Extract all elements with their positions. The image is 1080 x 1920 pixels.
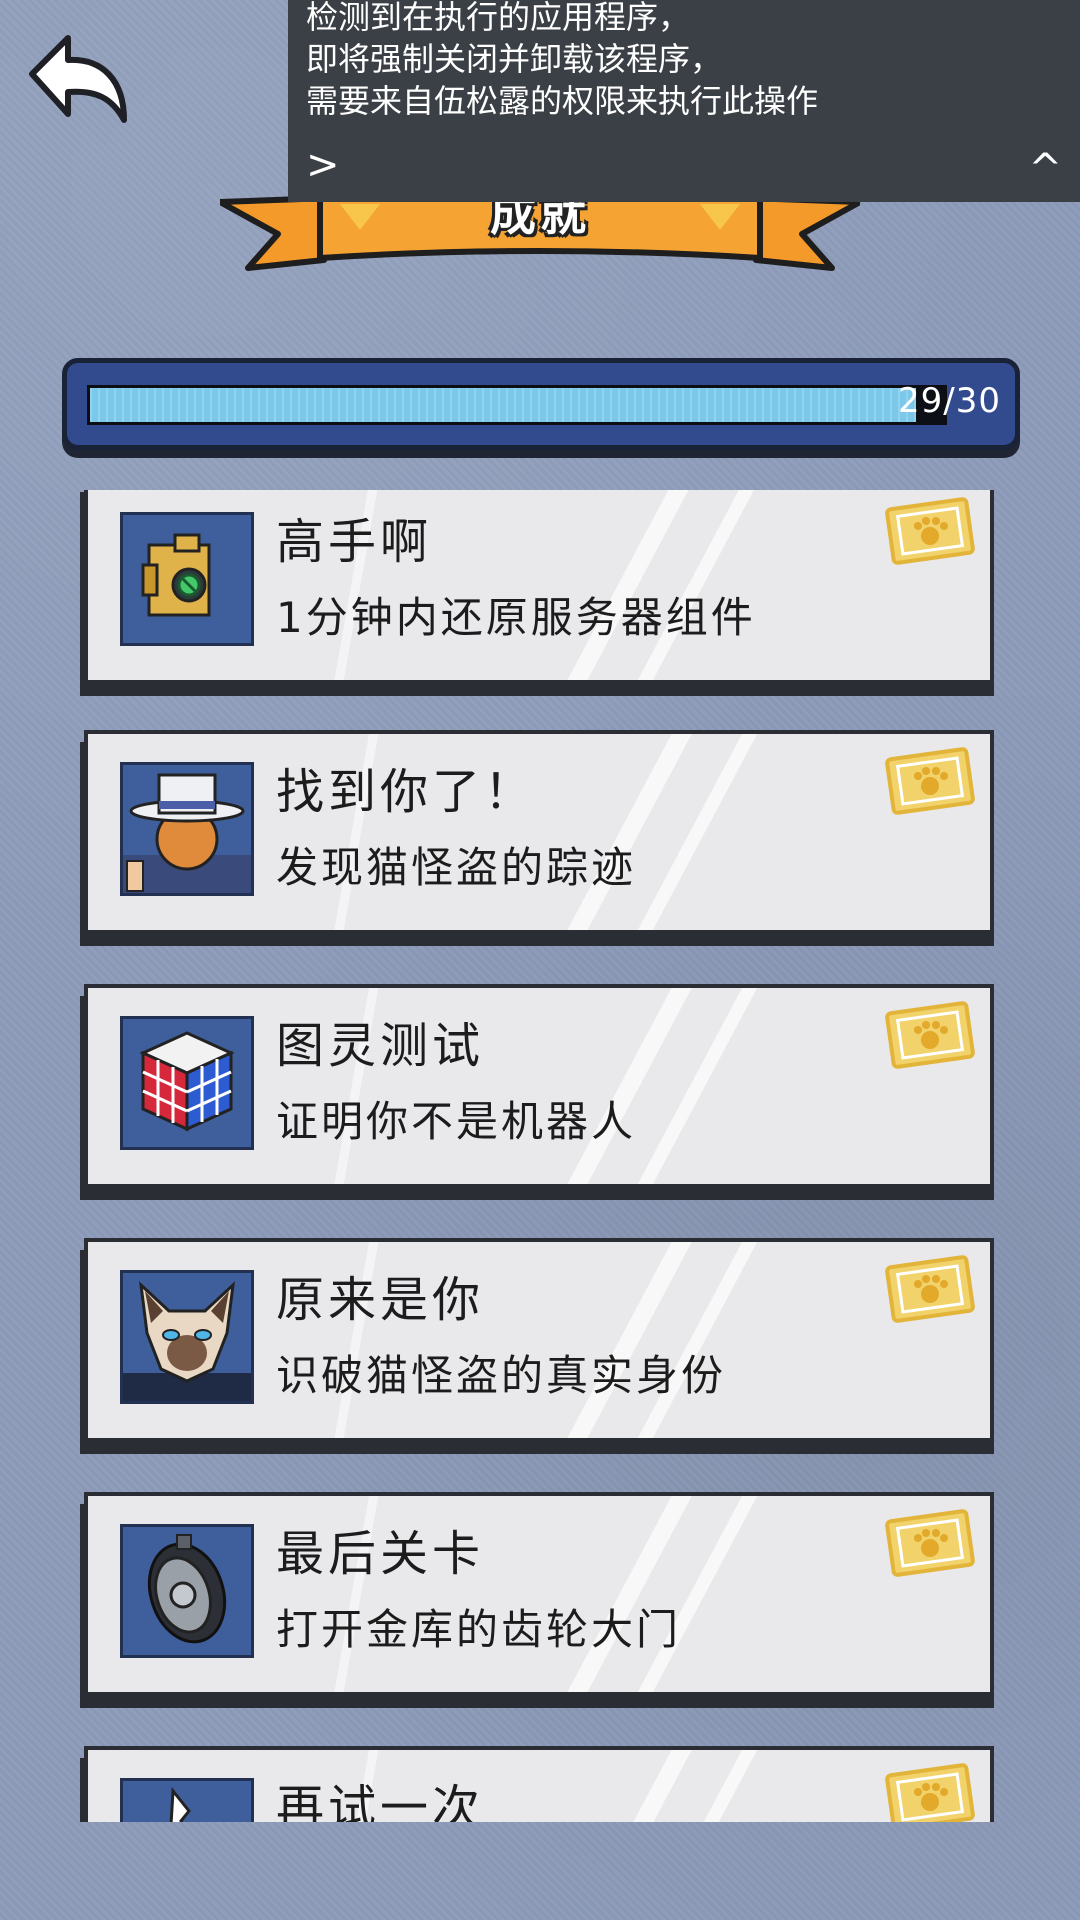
achievement-title: 图灵测试	[276, 1018, 485, 1074]
server-component-icon	[120, 512, 254, 646]
achievement-title: 再试一次	[276, 1780, 485, 1822]
rubiks-cube-icon	[120, 1016, 254, 1150]
siamese-cat-icon	[120, 1270, 254, 1404]
achievement-desc: 打开金库的齿轮大门	[276, 1605, 682, 1654]
achievement-card[interactable]: 原来是你 识破猫怪盗的真实身份	[84, 1238, 994, 1442]
achievement-desc: 1分钟内还原服务器组件	[276, 593, 756, 642]
paw-badge-icon	[885, 497, 975, 565]
paw-badge-icon	[885, 1763, 975, 1822]
phantom-thief-hat-icon	[120, 762, 254, 896]
back-arrow-icon	[29, 35, 127, 123]
notice-expand-button[interactable]: >	[306, 142, 340, 188]
achievement-title: 高手啊	[276, 514, 433, 570]
achievement-card[interactable]: 高手啊 1分钟内还原服务器组件	[84, 490, 994, 684]
notice-line: 需要来自伍松露的权限来执行此操作	[306, 82, 819, 120]
notice-collapse-button[interactable]: ^	[1028, 146, 1062, 192]
achievement-card[interactable]: 最后关卡 打开金库的齿轮大门	[84, 1492, 994, 1696]
paw-badge-icon	[885, 1001, 975, 1069]
achievement-title: 原来是你	[276, 1272, 485, 1328]
retry-icon	[120, 1778, 254, 1822]
progress-track	[87, 385, 947, 425]
system-notice: 检测到在执行的应用程序， 即将强制关闭并卸载该程序， 需要来自伍松露的权限来执行…	[288, 0, 1080, 202]
achievement-title: 最后关卡	[276, 1526, 485, 1582]
achievement-desc: 证明你不是机器人	[276, 1097, 637, 1146]
achievement-card[interactable]: 图灵测试 证明你不是机器人	[84, 984, 994, 1188]
paw-badge-icon	[885, 747, 975, 815]
paw-badge-icon	[885, 1509, 975, 1577]
paw-badge-icon	[885, 1255, 975, 1323]
achievement-desc: 发现猫怪盗的踪迹	[276, 843, 637, 892]
vault-gear-door-icon	[120, 1524, 254, 1658]
achievement-list[interactable]: 高手啊 1分钟内还原服务器组件 找到你了！ 发现猫怪盗的踪迹 图灵测试 证明你不…	[0, 490, 1080, 1822]
achievement-card[interactable]: 找到你了！ 发现猫怪盗的踪迹	[84, 730, 994, 934]
back-button[interactable]	[24, 28, 134, 138]
progress-fill	[90, 388, 916, 422]
notice-line: 检测到在执行的应用程序，	[306, 0, 691, 36]
notice-line: 即将强制关闭并卸载该程序，	[306, 40, 723, 78]
achievement-card[interactable]: 再试一次	[84, 1746, 994, 1822]
achievement-title: 找到你了！	[276, 764, 537, 820]
achievement-progress: 29/30	[62, 358, 1020, 450]
progress-count: 29/30	[898, 381, 1001, 421]
achievement-desc: 识破猫怪盗的真实身份	[276, 1351, 727, 1400]
